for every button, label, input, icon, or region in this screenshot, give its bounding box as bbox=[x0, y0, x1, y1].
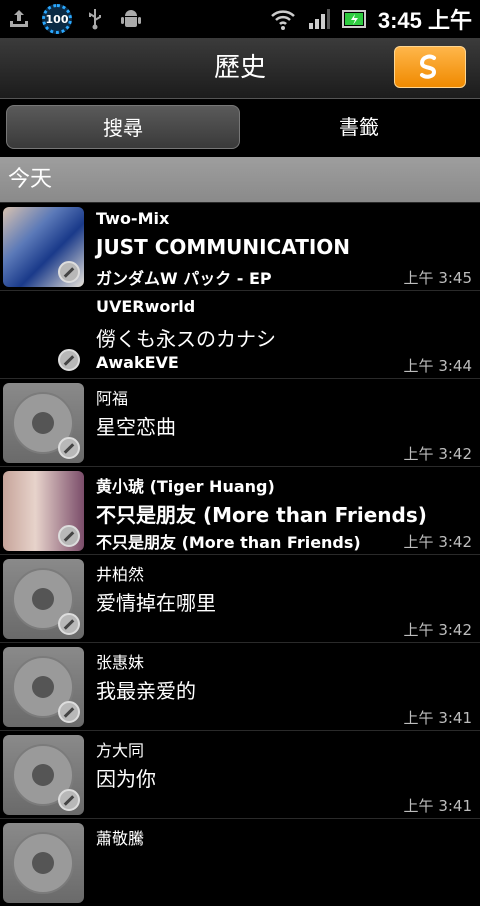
no-entry-icon bbox=[58, 613, 80, 635]
history-item[interactable]: 张惠妹 我最亲爱的 上午 3:41 bbox=[0, 642, 480, 730]
status-right: 3:45 上午 bbox=[270, 4, 472, 34]
history-item[interactable]: 阿福 星空恋曲 上午 3:42 bbox=[0, 378, 480, 466]
shazam-icon bbox=[419, 54, 437, 79]
clock: 3:45 上午 bbox=[377, 8, 472, 33]
song-title: 我最亲爱的 bbox=[96, 679, 196, 703]
album-art bbox=[3, 471, 84, 551]
battery-level: 100 bbox=[45, 12, 69, 26]
artist-name: 蕭敬騰 bbox=[96, 829, 145, 848]
tab-bar: 搜尋 書籤 bbox=[0, 99, 480, 155]
song-title: 不只是朋友 (More than Friends) bbox=[96, 503, 427, 527]
history-item[interactable]: UVERworld 僗くも永スのカナシ AwakEVE 上午 3:44 bbox=[0, 290, 480, 378]
timestamp: 上午 3:41 bbox=[403, 797, 472, 815]
no-entry-icon bbox=[58, 701, 80, 723]
placeholder-disc-art bbox=[3, 383, 84, 463]
song-title: 爱情掉在哪里 bbox=[96, 591, 216, 615]
artist-name: 阿福 bbox=[96, 389, 129, 408]
album-art bbox=[3, 207, 84, 287]
status-bar: 100 3:45 上午 bbox=[0, 0, 480, 38]
history-item[interactable]: 方大同 因为你 上午 3:41 bbox=[0, 730, 480, 818]
song-title: 僗くも永スのカナシ bbox=[96, 327, 276, 351]
status-left: 100 bbox=[6, 4, 144, 34]
song-title: 星空恋曲 bbox=[96, 415, 176, 439]
battery-icon: 100 bbox=[42, 4, 72, 34]
section-header-today: 今天 bbox=[0, 157, 480, 202]
artist-name: 张惠妹 bbox=[96, 653, 145, 672]
artist-name: 方大同 bbox=[96, 741, 145, 760]
section-label: 今天 bbox=[8, 167, 53, 192]
no-entry-icon bbox=[58, 349, 80, 371]
no-entry-icon bbox=[58, 789, 80, 811]
history-item[interactable]: Two-Mix JUST COMMUNICATION ガンダムW パック - E… bbox=[0, 202, 480, 290]
album-name: 不只是朋友 (More than Friends) bbox=[96, 533, 361, 552]
artist-name: Two-Mix bbox=[96, 209, 170, 228]
timestamp: 上午 3:42 bbox=[403, 533, 472, 551]
album-name: AwakEVE bbox=[96, 353, 179, 372]
title-bar: 歷史 bbox=[0, 38, 480, 99]
shazam-button[interactable] bbox=[394, 46, 466, 88]
timestamp: 上午 3:45 bbox=[403, 269, 472, 287]
history-list: Two-Mix JUST COMMUNICATION ガンダムW パック - E… bbox=[0, 202, 480, 906]
artist-name: UVERworld bbox=[96, 297, 196, 316]
artist-name: 井柏然 bbox=[96, 565, 145, 584]
android-icon bbox=[118, 6, 144, 32]
album-name: ガンダムW パック - EP bbox=[96, 269, 272, 288]
history-item[interactable]: 黄小琥 (Tiger Huang) 不只是朋友 (More than Frien… bbox=[0, 466, 480, 554]
history-item[interactable]: 蕭敬騰 bbox=[0, 818, 480, 906]
history-item[interactable]: 井柏然 爱情掉在哪里 上午 3:42 bbox=[0, 554, 480, 642]
wifi-icon bbox=[270, 6, 296, 32]
no-entry-icon bbox=[58, 437, 80, 459]
no-entry-icon bbox=[58, 261, 80, 283]
song-title: JUST COMMUNICATION bbox=[96, 235, 351, 259]
timestamp: 上午 3:44 bbox=[403, 357, 472, 375]
tab-search[interactable]: 搜尋 bbox=[6, 105, 240, 149]
battery-charging-icon bbox=[341, 6, 368, 32]
signal-icon bbox=[306, 6, 332, 32]
upload-icon bbox=[6, 6, 32, 32]
album-art bbox=[3, 295, 84, 375]
placeholder-disc-art bbox=[3, 823, 84, 903]
timestamp: 上午 3:41 bbox=[403, 709, 472, 727]
usb-icon bbox=[82, 6, 108, 32]
no-entry-icon bbox=[58, 525, 80, 547]
tab-bookmarks[interactable]: 書籤 bbox=[244, 105, 474, 149]
song-title: 因为你 bbox=[96, 767, 156, 791]
timestamp: 上午 3:42 bbox=[403, 621, 472, 639]
placeholder-disc-art bbox=[3, 559, 84, 639]
artist-name: 黄小琥 (Tiger Huang) bbox=[96, 477, 275, 496]
placeholder-disc-art bbox=[3, 735, 84, 815]
timestamp: 上午 3:42 bbox=[403, 445, 472, 463]
placeholder-disc-art bbox=[3, 647, 84, 727]
